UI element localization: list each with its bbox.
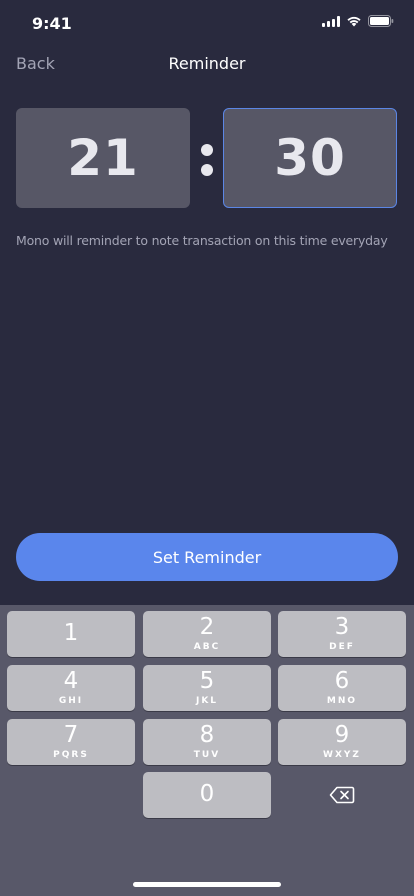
key-0[interactable]: 0: [143, 772, 271, 818]
key-3[interactable]: 3 DEF: [278, 611, 406, 657]
status-bar: 9:41: [0, 0, 414, 48]
key-7[interactable]: 7 PQRS: [7, 719, 135, 765]
hour-field[interactable]: 21: [16, 108, 190, 208]
reminder-hint: Mono will reminder to note transaction o…: [16, 233, 388, 248]
status-time: 9:41: [32, 14, 72, 33]
wifi-icon: [347, 16, 361, 27]
status-icons: [322, 15, 394, 27]
key-1[interactable]: 1: [7, 611, 135, 657]
home-indicator: [133, 882, 281, 887]
key-5[interactable]: 5 JKL: [143, 665, 271, 711]
key-9[interactable]: 9 WXYZ: [278, 719, 406, 765]
time-separator: [196, 140, 218, 180]
nav-bar: Back Reminder: [0, 48, 414, 82]
key-4[interactable]: 4 GHI: [7, 665, 135, 711]
battery-icon: [368, 15, 394, 27]
key-2[interactable]: 2 ABC: [143, 611, 271, 657]
page-title: Reminder: [168, 54, 246, 73]
minute-field[interactable]: 30: [223, 108, 397, 208]
backspace-icon: [329, 786, 355, 804]
signal-icon: [322, 15, 340, 27]
backspace-button[interactable]: [278, 772, 406, 818]
key-6[interactable]: 6 MNO: [278, 665, 406, 711]
set-reminder-button[interactable]: Set Reminder: [16, 533, 398, 581]
key-8[interactable]: 8 TUV: [143, 719, 271, 765]
